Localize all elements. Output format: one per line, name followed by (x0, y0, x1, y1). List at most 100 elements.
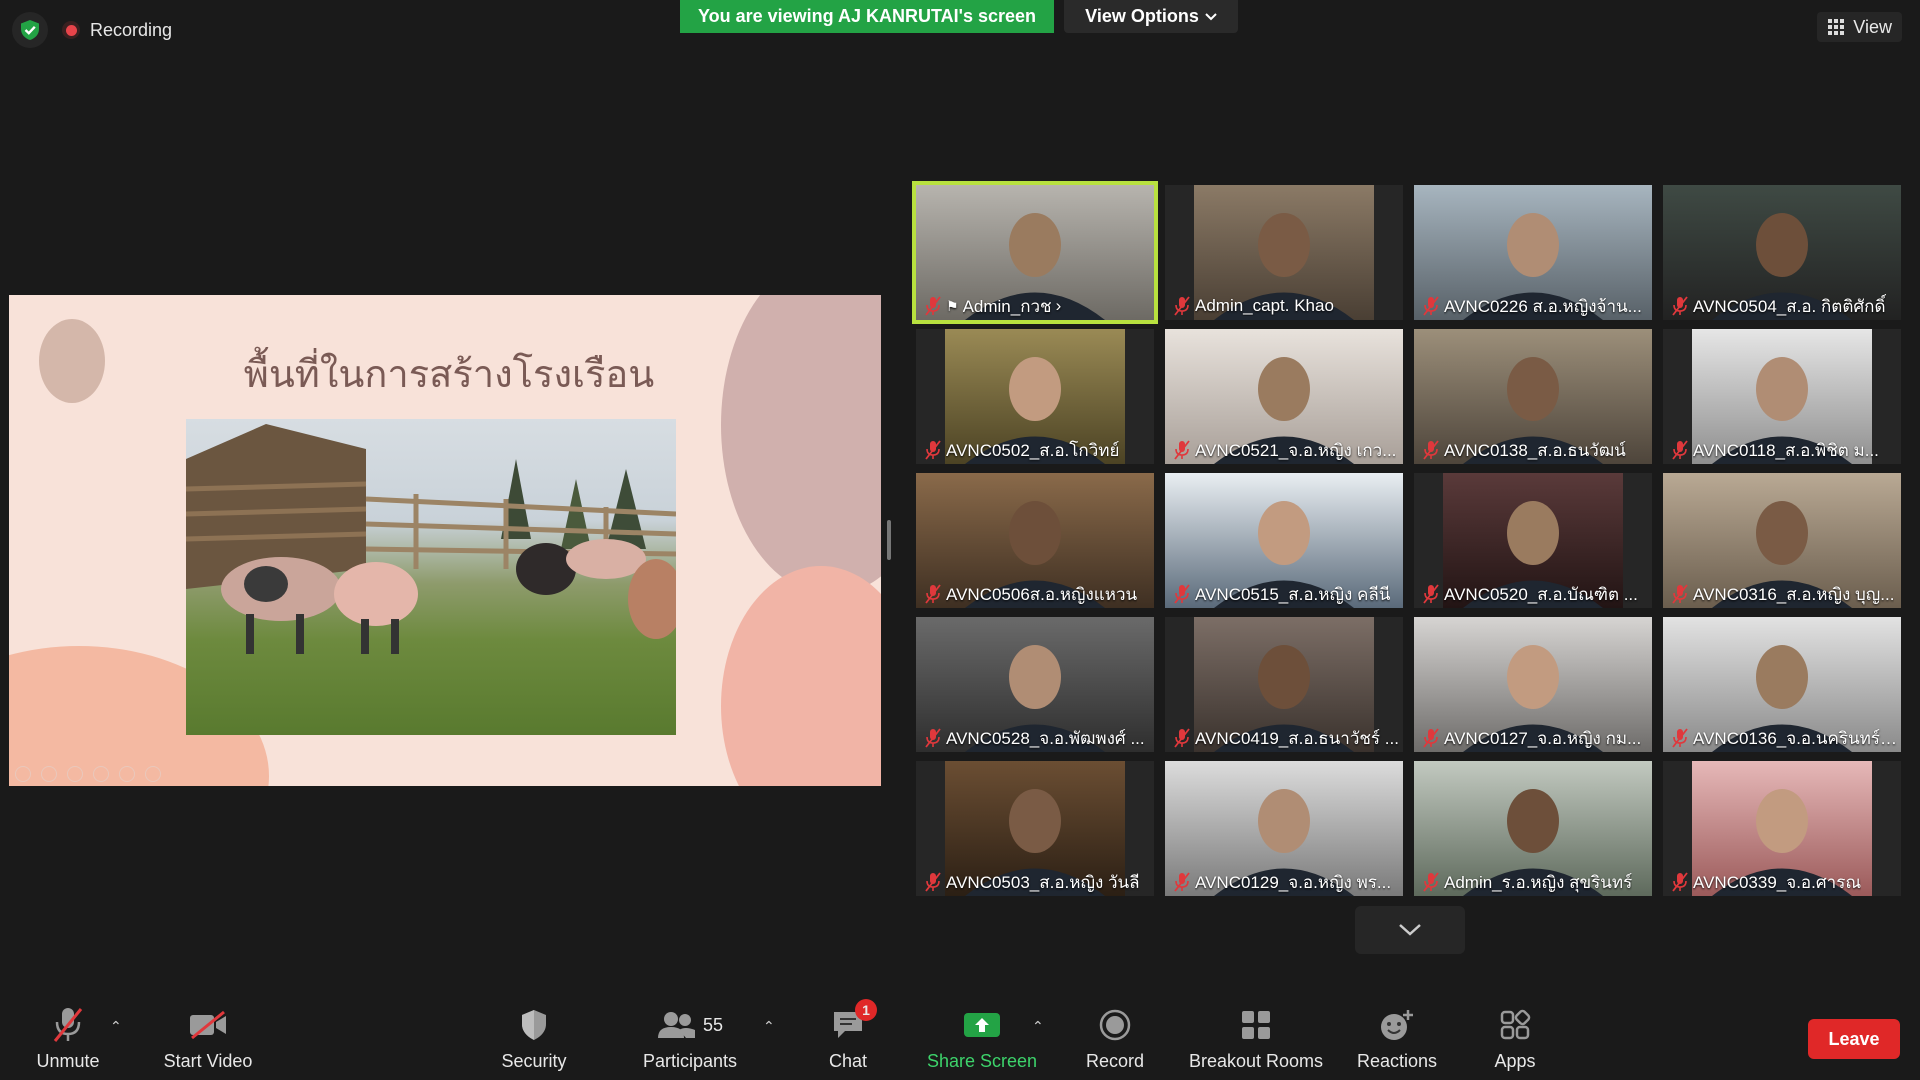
participant-name: AVNC0127_จ.อ.หญิง กม... (1414, 724, 1647, 752)
participant-name: AVNC0129_จ.อ.หญิง พร... (1165, 868, 1397, 896)
chat-button[interactable]: 1 Chat (808, 990, 888, 1080)
participants-icon (657, 1012, 695, 1038)
slide-control-icon[interactable] (93, 766, 109, 782)
participant-name-label: AVNC0521_จ.อ.หญิง เกว... (1195, 440, 1397, 460)
participants-options-caret[interactable]: ⌃ (763, 1018, 775, 1035)
participant-name: AVNC0506ส.อ.หญิงแหวน (916, 580, 1143, 608)
participants-label: Participants (642, 1051, 738, 1071)
slide-control-icon[interactable] (41, 766, 57, 782)
participant-name-label: AVNC0506ส.อ.หญิงแหวน (946, 584, 1138, 604)
reactions-label: Reactions (1356, 1051, 1438, 1071)
participant-name: AVNC0316_ส.อ.หญิง บุญ... (1663, 580, 1900, 608)
participant-name-label: AVNC0504_ส.อ. กิตติศักดิ์ (1693, 296, 1886, 316)
participant-tile[interactable]: AVNC0138_ส.อ.ธนวัฒน์ (1414, 329, 1652, 464)
meeting-toolbar: Unmute ⌃ Start Video Security 55 Partici… (0, 990, 1920, 1080)
participant-tile[interactable]: AVNC0419_ส.อ.ธนาวัชร์ ... (1165, 617, 1403, 752)
pig-farm-photo (186, 419, 676, 735)
microphone-muted-icon (1174, 728, 1190, 748)
more-participants-button[interactable] (1355, 906, 1465, 954)
start-video-button[interactable]: Start Video (158, 990, 258, 1080)
participant-tile[interactable]: AVNC0521_จ.อ.หญิง เกว... (1165, 329, 1403, 464)
slide-control-icon[interactable] (145, 766, 161, 782)
participant-name: AVNC0520_ส.อ.บัณฑิต ... (1414, 580, 1644, 608)
participant-name-label: AVNC0316_ส.อ.หญิง บุญ... (1693, 584, 1895, 604)
shield-check-icon (21, 20, 39, 40)
chevron-right-icon: › (1055, 296, 1062, 315)
participant-tile[interactable]: AVNC0226 ส.อ.หญิงจ้าน... (1414, 185, 1652, 320)
participant-name-label: AVNC0138_ส.อ.ธนวัฒน์ (1444, 440, 1626, 460)
participant-tile[interactable]: AVNC0316_ส.อ.หญิง บุญ... (1663, 473, 1901, 608)
participant-name-label: AVNC0136_จ.อ.นครินทร์ ... (1693, 728, 1897, 748)
participant-name: AVNC0502_ส.อ.โกวิทย์ (916, 436, 1125, 464)
participant-tile[interactable]: ⚑ Admin_กวช › (912, 181, 1158, 324)
apps-button[interactable]: Apps (1478, 990, 1552, 1080)
participant-name: AVNC0136_จ.อ.นครินทร์ ... (1663, 724, 1901, 752)
audio-options-caret[interactable]: ⌃ (110, 1018, 122, 1035)
view-button[interactable]: View (1817, 12, 1902, 42)
slide-title: พื้นที่ในการสร้างโรงเรือน (243, 352, 655, 396)
microphone-muted-icon (1672, 584, 1688, 604)
participant-tile[interactable]: AVNC0528_จ.อ.พัฒพงศ์ ... (916, 617, 1154, 752)
apps-icon (1500, 1009, 1531, 1040)
view-label: View (1853, 16, 1892, 37)
video-camera-off-icon (190, 1010, 226, 1040)
participant-tile[interactable]: AVNC0129_จ.อ.หญิง พร... (1165, 761, 1403, 896)
security-status-icon[interactable] (12, 12, 48, 48)
smiley-add-icon (1381, 1010, 1413, 1040)
participant-name: AVNC0528_จ.อ.พัฒพงศ์ ... (916, 724, 1151, 752)
microphone-muted-icon (1423, 296, 1439, 316)
participant-tile[interactable]: AVNC0520_ส.อ.บัณฑิต ... (1414, 473, 1652, 608)
participants-button[interactable]: 55 Participants (640, 990, 740, 1080)
slide-control-icon[interactable] (15, 766, 31, 782)
participant-tile[interactable]: Admin_capt. Khao (1165, 185, 1403, 320)
view-options-button[interactable]: View Options (1064, 0, 1238, 33)
unmute-button[interactable]: Unmute (28, 990, 108, 1080)
participant-name-label: AVNC0515_ส.อ.หญิง คลีนี (1195, 584, 1391, 604)
participant-name-label: AVNC0503_ส.อ.หญิง วันลี (946, 872, 1140, 892)
security-label: Security (501, 1051, 567, 1071)
slide-control-icon[interactable] (67, 766, 83, 782)
participant-name: AVNC0118_ส.อ.พิชิต ม... (1663, 436, 1885, 464)
slide-control-icon[interactable] (119, 766, 135, 782)
participant-tile[interactable]: AVNC0515_ส.อ.หญิง คลีนี (1165, 473, 1403, 608)
participant-name: AVNC0339_จ.อ.ศารณ (1663, 868, 1867, 896)
participant-name-label: AVNC0127_จ.อ.หญิง กม... (1444, 728, 1642, 748)
chat-label: Chat (828, 1051, 868, 1071)
participant-name-label: AVNC0226 ส.อ.หญิงจ้าน... (1444, 296, 1642, 316)
participant-name-label: AVNC0520_ส.อ.บัณฑิต ... (1444, 584, 1638, 604)
record-icon (1099, 1009, 1131, 1041)
viewing-banner-text: You are viewing AJ KANRUTAI's screen (697, 6, 1037, 26)
record-button[interactable]: Record (1075, 990, 1155, 1080)
microphone-muted-icon (1174, 296, 1190, 316)
participant-tile[interactable]: AVNC0504_ส.อ. กิตติศักดิ์ (1663, 185, 1901, 320)
participant-name-label: Admin_capt. Khao (1195, 296, 1334, 315)
participant-tile[interactable]: AVNC0118_ส.อ.พิชิต ม... (1663, 329, 1901, 464)
microphone-muted-icon (1672, 440, 1688, 460)
pig-farm-illustration (186, 424, 676, 654)
share-options-caret[interactable]: ⌃ (1032, 1018, 1044, 1035)
shared-screen[interactable]: พื้นที่ในการสร้างโรงเรือน (9, 295, 881, 786)
security-button[interactable]: Security (494, 990, 574, 1080)
participant-tile[interactable]: AVNC0136_จ.อ.นครินทร์ ... (1663, 617, 1901, 752)
participant-name-label: AVNC0502_ส.อ.โกวิทย์ (946, 440, 1120, 460)
breakout-rooms-button[interactable]: Breakout Rooms (1184, 990, 1328, 1080)
share-screen-button[interactable]: Share Screen (922, 990, 1042, 1080)
participant-tile[interactable]: AVNC0506ส.อ.หญิงแหวน (916, 473, 1154, 608)
recording-indicator[interactable]: Recording (62, 16, 172, 44)
splitter-handle[interactable] (887, 520, 891, 560)
reactions-button[interactable]: Reactions (1352, 990, 1442, 1080)
participant-tile[interactable]: AVNC0339_จ.อ.ศารณ (1663, 761, 1901, 896)
microphone-muted-icon (1423, 872, 1439, 892)
participant-tile[interactable]: AVNC0502_ส.อ.โกวิทย์ (916, 329, 1154, 464)
participant-tile[interactable]: Admin_ร.อ.หญิง สุขรินทร์ (1414, 761, 1652, 896)
participant-tile[interactable]: AVNC0127_จ.อ.หญิง กม... (1414, 617, 1652, 752)
participant-tile[interactable]: AVNC0503_ส.อ.หญิง วันลี (916, 761, 1154, 896)
chat-unread-badge: 1 (855, 999, 877, 1021)
leave-button[interactable]: Leave (1808, 1019, 1900, 1059)
microphone-muted-icon (925, 440, 941, 460)
participant-name-label: Admin_กวช (962, 296, 1052, 316)
share-screen-icon (964, 1013, 1000, 1037)
slide-controls[interactable] (15, 766, 161, 782)
participant-name: AVNC0521_จ.อ.หญิง เกว... (1165, 436, 1402, 464)
participant-name-label: AVNC0528_จ.อ.พัฒพงศ์ ... (946, 728, 1145, 748)
